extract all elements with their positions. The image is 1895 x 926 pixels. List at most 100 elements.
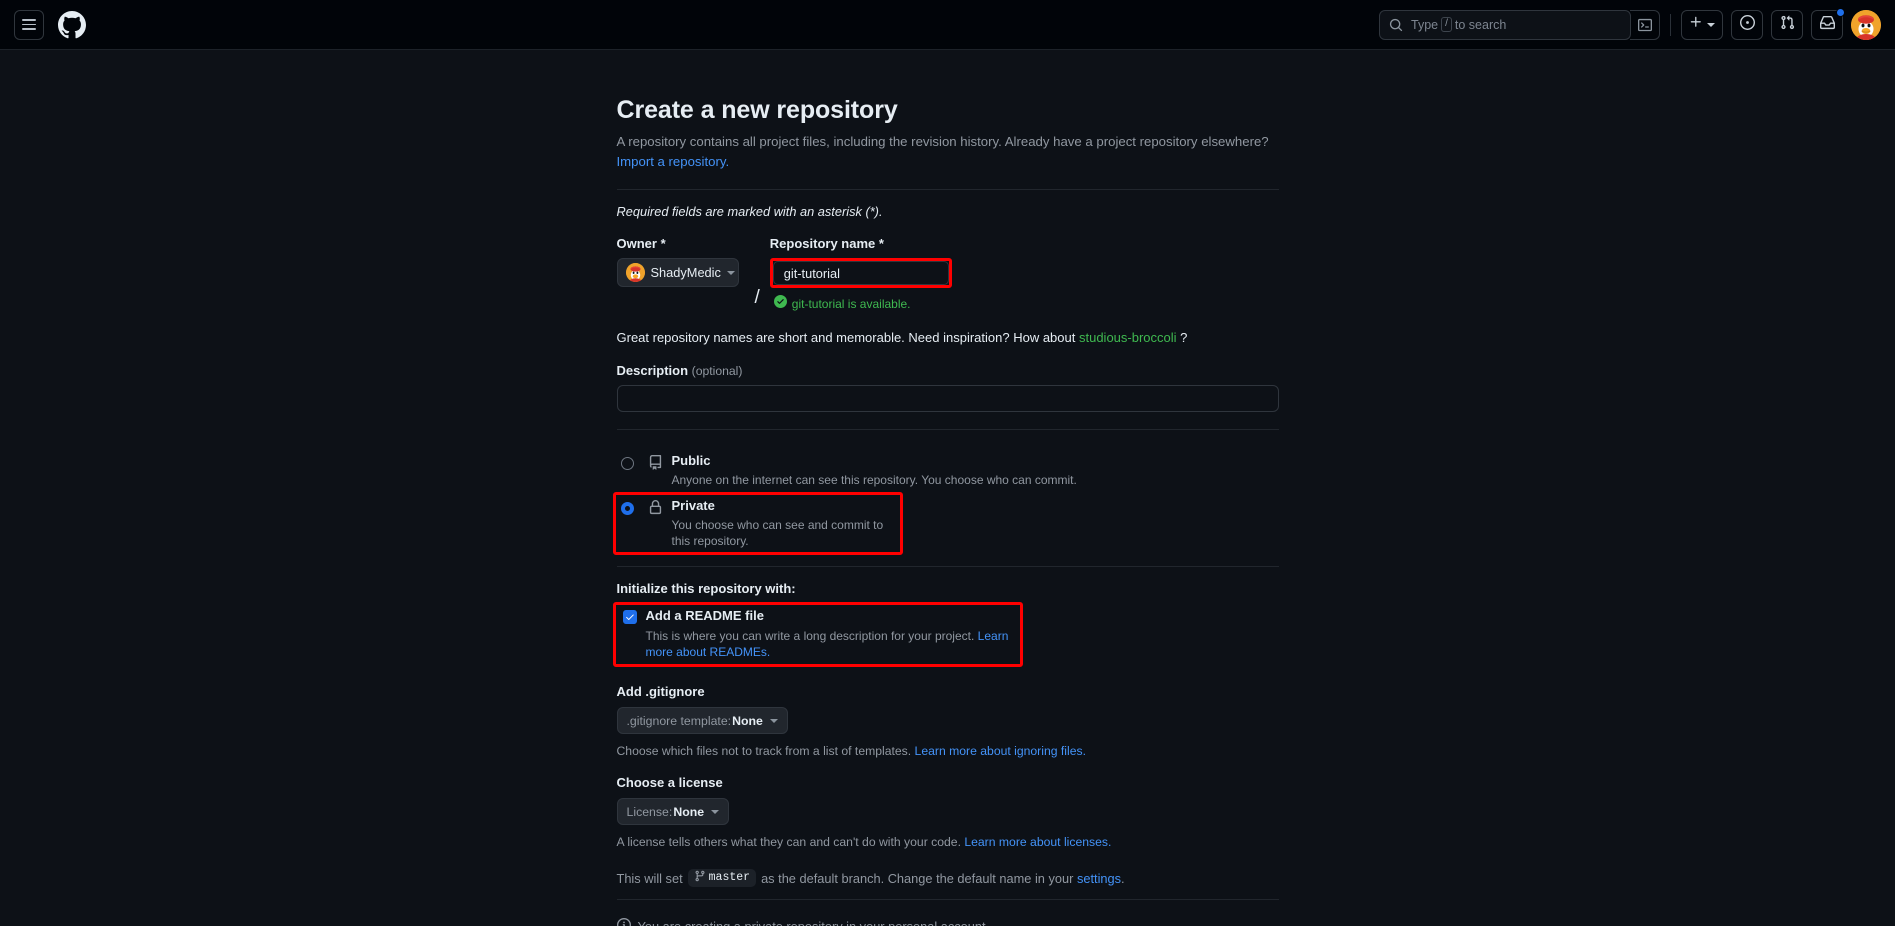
gitignore-help: Choose which files not to track from a l… [617, 744, 1279, 758]
search-placeholder: Type / to search [1411, 17, 1623, 32]
page-subtitle-text: A repository contains all project files,… [617, 134, 1269, 149]
visibility-option-public[interactable]: Public Anyone on the internet can see th… [617, 449, 1279, 492]
git-branch-icon [694, 870, 706, 885]
inspiration-suffix: ? [1180, 330, 1187, 345]
repo-icon [648, 455, 663, 470]
avatar[interactable] [1851, 10, 1881, 40]
default-branch-name: master [709, 871, 750, 884]
branch-note-prefix: This will set [617, 871, 683, 886]
gitignore-heading: Add .gitignore [617, 684, 1279, 699]
divider [617, 566, 1279, 567]
repository-name-label: Repository name * [770, 236, 1279, 251]
issues-button[interactable] [1731, 10, 1763, 40]
hamburger-bar [22, 28, 36, 30]
chevron-down-icon [711, 810, 719, 814]
chevron-down-icon [727, 271, 735, 275]
hamburger-menu-icon[interactable] [14, 10, 44, 40]
lock-icon [648, 500, 663, 515]
chevron-down-icon [1707, 23, 1715, 27]
slash-key-hint: / [1441, 17, 1452, 32]
gitignore-prefix: .gitignore template: [627, 714, 732, 728]
import-repository-link[interactable]: Import a repository. [617, 154, 730, 169]
description-optional-tag: (optional) [692, 364, 743, 378]
plus-icon [1689, 15, 1703, 34]
account-type-text: You are creating a private repository in… [638, 919, 990, 926]
visibility-option-private[interactable]: Private You choose who can see and commi… [613, 492, 903, 555]
gitignore-help-text: Choose which files not to track from a l… [617, 744, 912, 758]
visibility-options: Public Anyone on the internet can see th… [617, 449, 1279, 555]
readme-description: This is where you can write a long descr… [646, 628, 1020, 660]
gitignore-value: None [732, 714, 763, 728]
hamburger-bar [22, 19, 36, 21]
license-heading: Choose a license [617, 775, 1279, 790]
private-radio[interactable] [621, 502, 634, 515]
github-logo-icon[interactable] [58, 11, 86, 39]
gitignore-template-select[interactable]: .gitignore template: None [617, 707, 788, 734]
page-body: Create a new repository A repository con… [0, 50, 1895, 926]
account-type-note: You are creating a private repository in… [617, 918, 1279, 926]
availability-text: git-tutorial is available. [792, 297, 911, 311]
public-description: Anyone on the internet can see this repo… [672, 472, 1077, 488]
public-option-text: Public Anyone on the internet can see th… [672, 453, 1077, 488]
availability-status: git-tutorial is available. [770, 295, 1279, 313]
notification-badge [1836, 8, 1845, 17]
private-option-text: Private You choose who can see and commi… [672, 498, 900, 549]
suggested-name-link[interactable]: studious-broccoli [1079, 330, 1177, 345]
owner-select-button[interactable]: ShadyMedic [617, 258, 739, 287]
global-header: Type / to search [0, 0, 1895, 50]
private-title: Private [672, 498, 900, 514]
divider [617, 899, 1279, 900]
description-label-text: Description [617, 363, 689, 378]
owner-field-group: Owner * Shady [617, 236, 755, 287]
settings-link[interactable]: settings [1077, 871, 1121, 886]
create-new-button[interactable] [1681, 10, 1723, 40]
check-circle-icon [774, 295, 787, 313]
license-prefix: License: [627, 805, 673, 819]
pull-requests-button[interactable] [1771, 10, 1803, 40]
readme-option-text: Add a README file This is where you can … [646, 608, 1020, 660]
description-field-group: Description (optional) [617, 363, 1279, 412]
search-placeholder-before: Type [1411, 18, 1438, 32]
description-input[interactable] [617, 385, 1279, 412]
gitignore-section: Add .gitignore .gitignore template: None… [617, 684, 1279, 758]
header-divider [1670, 14, 1671, 36]
page-title: Create a new repository [617, 96, 1279, 125]
info-icon [617, 918, 631, 926]
search-input[interactable]: Type / to search [1379, 10, 1631, 40]
new-repository-form: Create a new repository A repository con… [617, 96, 1279, 926]
required-fields-note: Required fields are marked with an aster… [617, 204, 1279, 219]
command-palette-icon[interactable] [1630, 10, 1660, 40]
readme-description-text: This is where you can write a long descr… [646, 629, 975, 643]
inbox-icon [1820, 15, 1835, 35]
search-icon [1389, 18, 1403, 32]
default-branch-badge: master [688, 869, 756, 887]
name-inspiration-note: Great repository names are short and mem… [617, 330, 1279, 345]
default-branch-note: This will set master as the default bran… [617, 869, 1279, 887]
public-title: Public [672, 453, 1077, 469]
branch-note-suffix: . [1121, 871, 1125, 886]
notifications-inbox-button[interactable] [1811, 10, 1843, 40]
gitignore-learn-more-link[interactable]: Learn more about ignoring files. [915, 744, 1086, 758]
initialize-section: Initialize this repository with: Add a R… [617, 581, 1279, 667]
public-radio[interactable] [621, 457, 634, 470]
license-help-text: A license tells others what they can and… [617, 835, 961, 849]
readme-checkbox[interactable] [623, 610, 637, 624]
inspiration-prefix: Great repository names are short and mem… [617, 330, 1076, 345]
owner-label: Owner * [617, 236, 755, 251]
divider [617, 429, 1279, 430]
repository-name-field-group: Repository name * git-tutorial is availa… [770, 236, 1279, 313]
license-select[interactable]: License: None [617, 798, 730, 825]
description-label: Description (optional) [617, 363, 1279, 378]
initialize-heading: Initialize this repository with: [617, 581, 1279, 596]
readme-option-row[interactable]: Add a README file This is where you can … [613, 602, 1023, 667]
repository-name-input[interactable] [773, 261, 949, 285]
license-value: None [673, 805, 704, 819]
divider [617, 189, 1279, 190]
owner-repo-separator: / [755, 283, 760, 313]
header-right-cluster: Type / to search [1379, 10, 1881, 40]
license-help: A license tells others what they can and… [617, 835, 1279, 849]
license-learn-more-link[interactable]: Learn more about licenses. [964, 835, 1111, 849]
repository-name-highlight [770, 258, 952, 288]
chevron-down-icon [770, 719, 778, 723]
readme-title: Add a README file [646, 608, 1020, 624]
